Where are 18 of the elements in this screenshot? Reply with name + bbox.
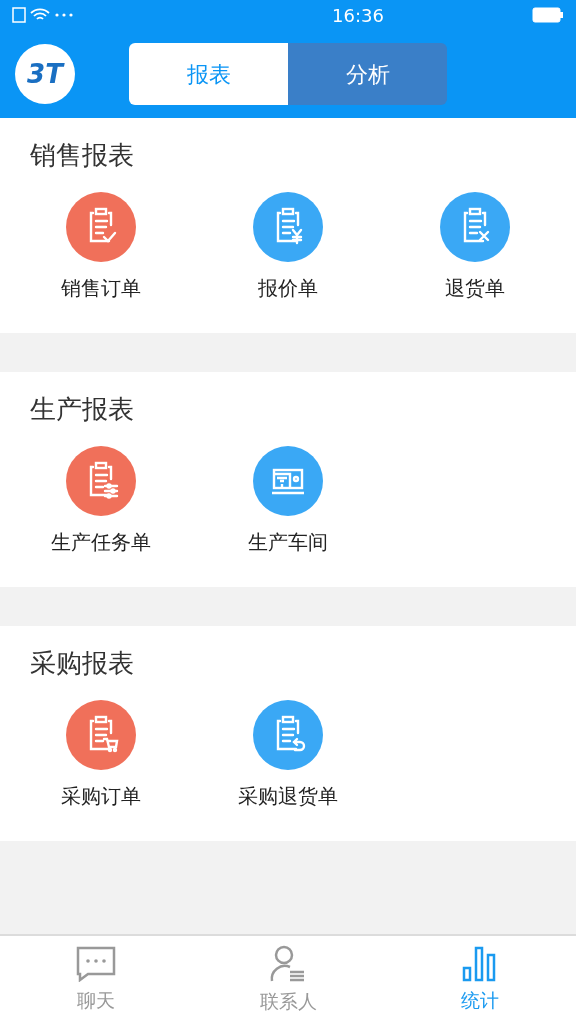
section-title: 销售报表 — [30, 139, 134, 172]
report-item[interactable]: 采购退货单 — [194, 700, 382, 809]
bar-chart-icon — [462, 945, 498, 982]
report-item[interactable]: 销售订单 — [8, 192, 195, 301]
more-icon — [54, 12, 74, 18]
chat-icon — [76, 945, 116, 982]
report-item[interactable]: 报价单 — [194, 192, 382, 301]
battery-icon — [532, 7, 564, 23]
tab[interactable]: 分析 — [288, 43, 447, 105]
app-logo: 3T — [15, 44, 75, 104]
section-title: 采购报表 — [30, 647, 134, 680]
report-item[interactable]: 生产车间 — [194, 446, 382, 555]
sim-icon — [12, 7, 26, 23]
status-time: 16:36 — [332, 3, 384, 28]
report-item[interactable]: 采购订单 — [8, 700, 195, 809]
section-title: 生产报表 — [30, 393, 134, 426]
report-item[interactable]: 退货单 — [381, 192, 568, 301]
report-item[interactable]: 生产任务单 — [8, 446, 195, 555]
